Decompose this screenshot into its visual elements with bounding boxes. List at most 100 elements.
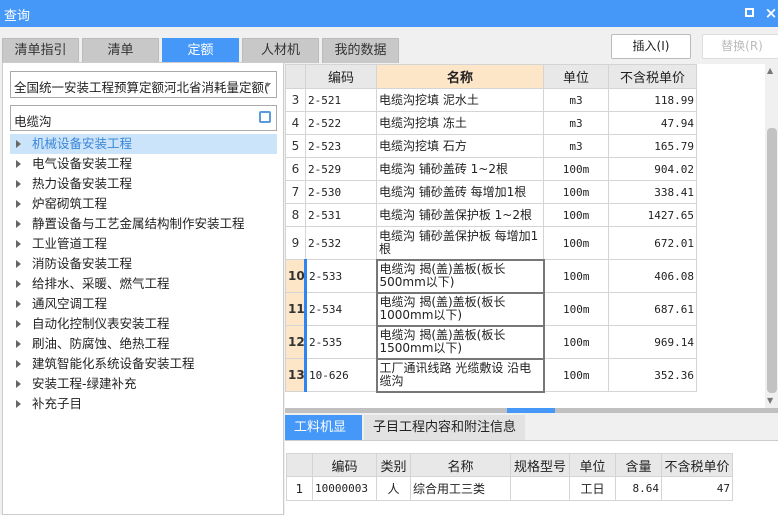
tree-item[interactable]: 机械设备安装工程 [10,134,277,154]
insert-button[interactable]: 插入(I) [611,34,691,59]
col-header[interactable]: 单位 [569,453,616,477]
cell-price: 118.99 [608,88,697,112]
col-header[interactable]: 规格型号 [510,453,570,477]
col-header[interactable]: 含量 [615,453,662,477]
cell: 47 [661,476,733,501]
table-row[interactable]: 8 2-531 电缆沟 铺砂盖保护板 1~2根 100m 1427.65 [285,203,697,227]
expand-arrow-icon[interactable] [16,360,21,368]
cell-name: 电缆沟挖填 冻土 [376,111,544,135]
cell-code: 2-531 [305,203,377,227]
expand-arrow-icon[interactable] [16,380,21,388]
row-number: 9 [285,226,306,260]
tab-labor-display[interactable]: 工料机显示 [285,415,362,460]
col-header-price[interactable]: 不含税单价 [608,64,697,89]
table-row[interactable]: 11 2-534 电缆沟 揭(盖)盖板(板长1000mm以下) 100m 687.61 [285,291,697,327]
table-row[interactable]: 10 2-533 电缆沟 揭(盖)盖板(板长500mm以下) 100m 406.08 [285,258,697,294]
resource-panel: 编码 类别 名称 规格型号 单位 含量 不含税单价 1 10000003 人综合用工三类 工日 8.6… [285,440,778,515]
tab-bill-guide[interactable]: 清单指引 [2,38,79,63]
table-row[interactable]: 5 2-523 电缆沟挖填 石方 m3 165.79 [285,134,697,158]
col-header[interactable]: 名称 [410,453,511,477]
expand-arrow-icon[interactable] [16,220,21,228]
tab-bill[interactable]: 清单 [82,38,159,63]
tree-item[interactable]: 通风空调工程 [10,294,277,314]
expand-arrow-icon[interactable] [16,140,21,148]
library-select[interactable]: 全国统一安装工程预算定额河北省消耗量定额( [10,71,277,98]
tree-item-label: 安装工程-绿建补充 [32,376,137,391]
cell-price: 687.61 [608,292,697,326]
tree-item[interactable]: 静置设备与工艺金属结构制作安装工程 [10,214,277,234]
table-row[interactable]: 1 10000003 人综合用工三类 工日 8.64 47 [286,476,733,501]
scroll-down-icon[interactable]: ▼ [767,396,773,405]
tree-item[interactable]: 建筑智能化系统设备安装工程 [10,354,277,374]
cell-unit: m3 [543,111,609,135]
cell-name: 电缆沟 揭(盖)盖板(板长1500mm以下) [375,324,545,360]
maximize-icon[interactable] [742,6,756,20]
scroll-up-icon[interactable]: ▲ [767,66,773,75]
row-number: 6 [285,157,306,181]
tab-my-data[interactable]: 我的数据 [322,38,399,63]
expand-arrow-icon[interactable] [16,280,21,288]
row-number: 7 [285,180,306,204]
cell-name: 电缆沟挖填 泥水土 [376,88,544,112]
col-header-unit[interactable]: 单位 [543,64,609,89]
col-header[interactable]: 不含税单价 [661,453,733,477]
table-row[interactable]: 7 2-530 电缆沟 铺砂盖砖 每增加1根 100m 338.41 [285,180,697,204]
tab-labor-material[interactable]: 人材机 [242,38,319,63]
table-row[interactable]: 13 10-626 工厂通讯线路 光缆敷设 沿电缆沟 100m 352.36 [285,357,697,393]
search-input[interactable]: 电缆沟 [10,105,277,131]
table-row[interactable]: 9 2-532 电缆沟 铺砂盖保护板 每增加1根 100m 672.01 [285,226,697,260]
expand-arrow-icon[interactable] [16,300,21,308]
cell-code: 2-534 [305,292,377,326]
expand-arrow-icon[interactable] [16,160,21,168]
splitter-grip-icon[interactable] [507,408,555,413]
title-bar: 查询 [0,0,778,27]
cell [510,476,570,501]
table-row[interactable]: 4 2-522 电缆沟挖填 冻土 m3 47.94 [285,111,697,135]
tree-item[interactable]: 热力设备安装工程 [10,174,277,194]
expand-arrow-icon[interactable] [16,240,21,248]
table-row[interactable]: 12 2-535 电缆沟 揭(盖)盖板(板长1500mm以下) 100m 969.14 [285,324,697,360]
quota-grid: 编码 名称 单位 不含税单价 3 2-521 电缆沟挖填 泥水土 m3 118.99 4 2… [285,64,765,408]
tree-item[interactable]: 给排水、采暖、燃气工程 [10,274,277,294]
cell-unit: m3 [543,134,609,158]
cell: 工日 [569,476,616,501]
cell-price: 1427.65 [608,203,697,227]
cell-code: 2-533 [305,259,377,293]
expand-arrow-icon[interactable] [16,260,21,268]
close-icon[interactable]: × [764,6,778,21]
tree-item[interactable]: 工业管道工程 [10,234,277,254]
expand-arrow-icon[interactable] [16,400,21,408]
expand-arrow-icon[interactable] [16,200,21,208]
expand-arrow-icon[interactable] [16,340,21,348]
scrollbar-thumb[interactable] [767,128,777,393]
row-number: 4 [285,111,306,135]
cell-unit: m3 [543,88,609,112]
table-row[interactable]: 3 2-521 电缆沟挖填 泥水土 m3 118.99 [285,88,697,112]
row-number: 5 [285,134,306,158]
cell-price: 406.08 [608,259,697,293]
col-header[interactable] [286,453,313,477]
tree-item[interactable]: 炉窑砌筑工程 [10,194,277,214]
expand-arrow-icon[interactable] [16,320,21,328]
cell-price: 338.41 [608,180,697,204]
clear-search-icon[interactable] [259,111,271,123]
tree-item[interactable]: 刷油、防腐蚀、绝热工程 [10,334,277,354]
cell-unit: 100m [543,180,609,204]
tree-item[interactable]: 补充子目 [10,394,277,414]
cell-code: 2-532 [305,226,377,260]
replace-button[interactable]: 替换(R) [702,34,778,59]
col-header[interactable]: 类别 [376,453,411,477]
tree-item[interactable]: 消防设备安装工程 [10,254,277,274]
cell-price: 904.02 [608,157,697,181]
col-header-code[interactable]: 编码 [305,64,377,89]
tab-work-content[interactable]: 子目工程内容和附注信息 [364,415,526,440]
tree-item[interactable]: 自动化控制仪表安装工程 [10,314,277,334]
col-header[interactable]: 编码 [312,453,377,477]
tab-quota[interactable]: 定额 [162,38,239,63]
expand-arrow-icon[interactable] [16,180,21,188]
tree-item[interactable]: 安装工程-绿建补充 [10,374,277,394]
col-header-name[interactable]: 名称 [376,64,544,89]
tree-item[interactable]: 电气设备安装工程 [10,154,277,174]
table-row[interactable]: 6 2-529 电缆沟 铺砂盖砖 1~2根 100m 904.02 [285,157,697,181]
cell: 8.64 [615,476,662,501]
